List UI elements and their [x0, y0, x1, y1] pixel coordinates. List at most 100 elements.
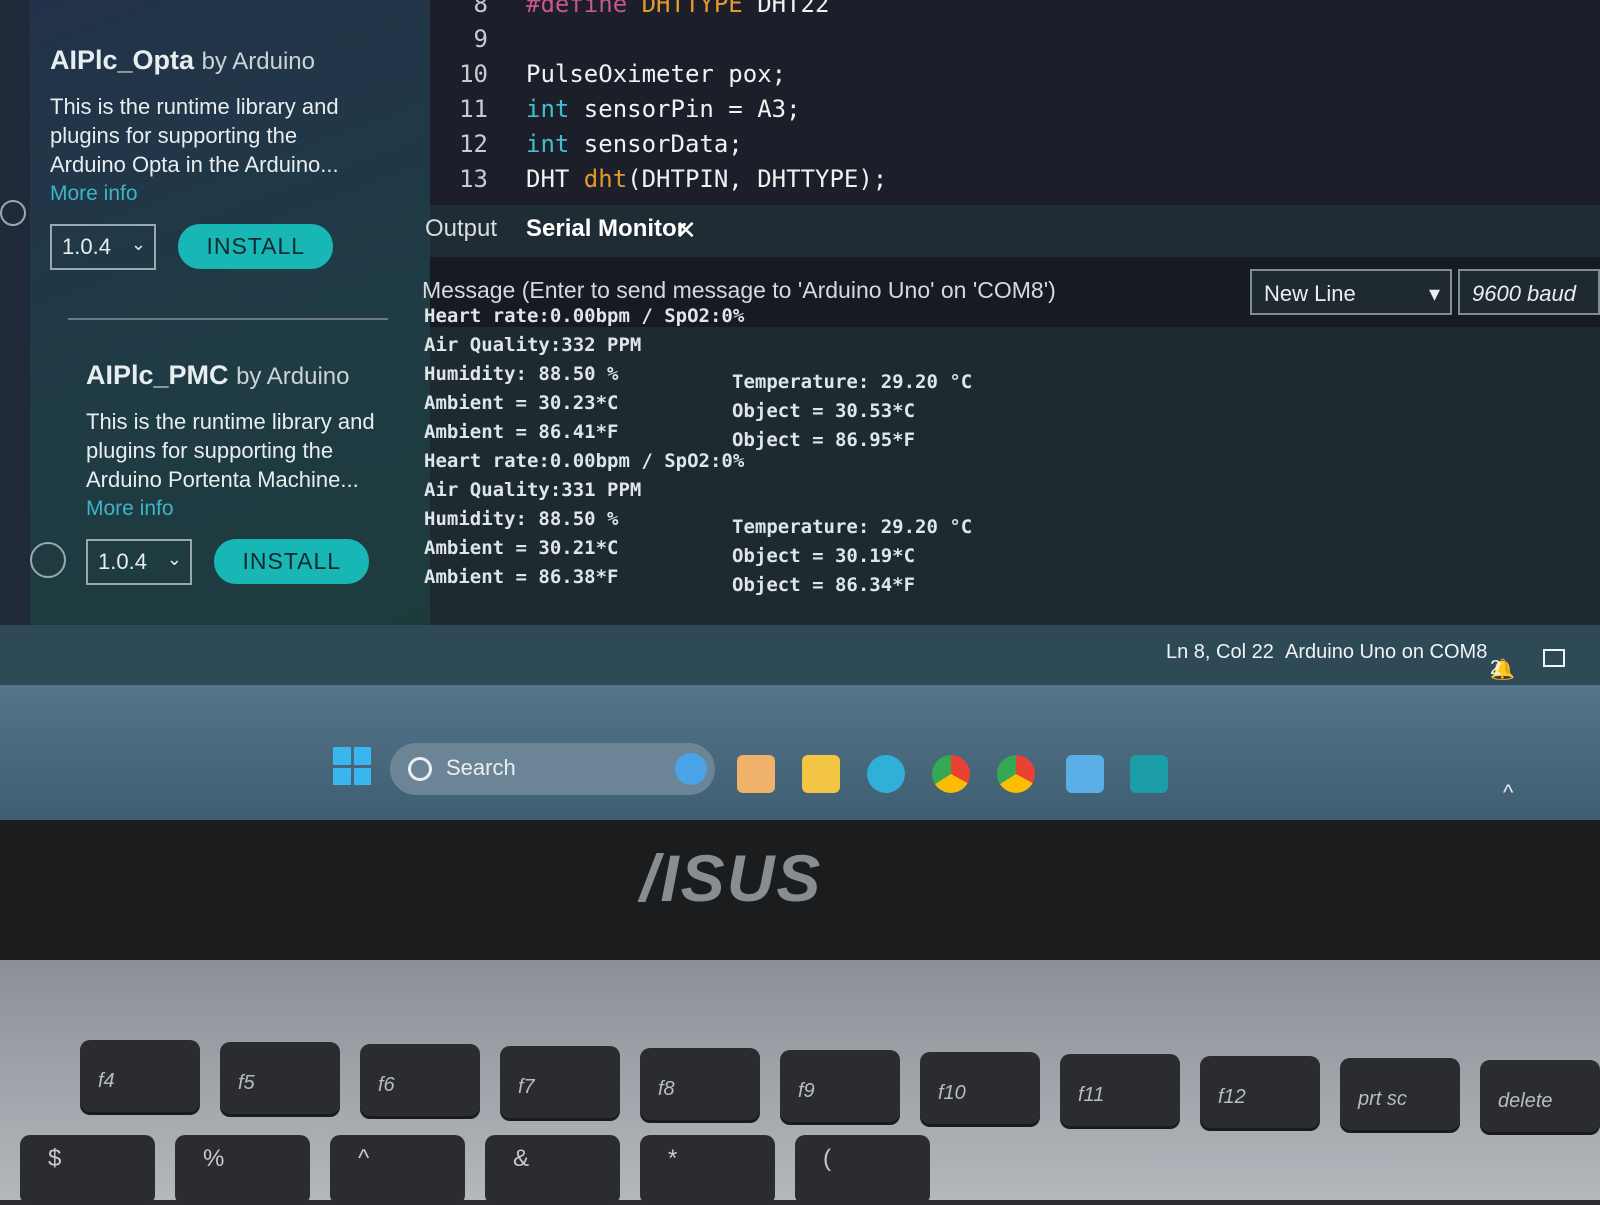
- keyboard-key[interactable]: $: [20, 1135, 155, 1205]
- serial-line: Humidity: 88.50 % Temperature: 29.20 °C: [424, 363, 972, 393]
- description-line: Arduino Opta in the Arduino...: [50, 152, 339, 177]
- keyboard-key[interactable]: prt sc: [1340, 1058, 1460, 1130]
- key-label: $: [48, 1145, 62, 1172]
- serial-text: Humidity: 88.50 %: [424, 508, 619, 530]
- keyboard-key[interactable]: %: [175, 1135, 310, 1205]
- cursor-position[interactable]: Ln 8, Col 22: [1166, 641, 1274, 664]
- key-label: f11: [1078, 1084, 1105, 1106]
- library-actions: 1.0.4 ⌄ INSTALL: [86, 539, 416, 585]
- serial-text: Heart rate:0.00bpm / SpO2:0%: [424, 305, 745, 327]
- keyboard-key[interactable]: f12: [1200, 1056, 1320, 1128]
- divider: [68, 318, 388, 320]
- serial-text: Ambient = 30.21*C: [424, 537, 619, 559]
- library-title: AIPlc_Opta by Arduino: [50, 45, 380, 76]
- bing-icon[interactable]: [675, 753, 707, 785]
- key-label: %: [203, 1145, 225, 1172]
- keyboard-key[interactable]: f4: [80, 1040, 200, 1112]
- arduino-ide-icon[interactable]: [1130, 755, 1168, 793]
- chrome-icon[interactable]: [932, 755, 970, 793]
- code-line[interactable]: 8 #define DHTTYPE DHT22: [430, 0, 830, 24]
- line-number: 11: [459, 95, 488, 123]
- keyboard-key[interactable]: f7: [500, 1046, 620, 1118]
- notification-count: 2: [1490, 657, 1502, 679]
- serial-text: Air Quality:332 PPM: [424, 334, 642, 356]
- install-button[interactable]: INSTALL: [178, 224, 334, 269]
- keyboard-key[interactable]: &: [485, 1135, 620, 1205]
- line-number: 9: [473, 25, 488, 53]
- version-select[interactable]: 1.0.4 ⌄: [50, 224, 156, 270]
- keyboard-key[interactable]: ^: [330, 1135, 465, 1205]
- code-line[interactable]: 13 DHT dht(DHTPIN, DHTTYPE);: [430, 165, 887, 199]
- chrome-profile-icon[interactable]: [997, 755, 1035, 793]
- code-line[interactable]: 9: [430, 25, 526, 59]
- code-line[interactable]: 11 int sensorPin = A3;: [430, 95, 800, 129]
- description-line: This is the runtime library and: [50, 94, 339, 119]
- keyboard-deck: f4 f5 f6 f7 f8 f9 f10 f11 f12 prt sc delete $% ^ & * (: [0, 960, 1600, 1205]
- line-number: 8: [473, 0, 488, 18]
- panel-layout-icon[interactable]: [1543, 649, 1565, 667]
- windows-start-icon[interactable]: [333, 747, 371, 785]
- close-icon[interactable]: ✕: [675, 215, 697, 246]
- panel-tabs: Output Serial Monitor ✕ »: [425, 205, 1600, 278]
- keyboard-key[interactable]: f6: [360, 1044, 480, 1116]
- board-status[interactable]: Arduino Uno on COM8: [1285, 641, 1487, 664]
- install-button[interactable]: INSTALL: [214, 539, 370, 584]
- taskbar: Search ^: [0, 685, 1600, 820]
- key-label: (: [823, 1145, 831, 1172]
- serial-output: Heart rate:0.00bpm / SpO2:0% Air Quality:…: [424, 305, 972, 596]
- tab-serial-monitor[interactable]: Serial Monitor: [526, 215, 686, 243]
- message-input[interactable]: Message (Enter to send message to 'Ardui…: [422, 277, 1056, 304]
- chevron-up-icon[interactable]: ^: [1503, 780, 1513, 806]
- status-bar: Ln 8, Col 22 Arduino Uno on COM8 🔔 2: [0, 625, 1600, 685]
- tab-output[interactable]: Output: [425, 215, 497, 243]
- file-explorer-icon[interactable]: [802, 755, 840, 793]
- library-item-aiplc-opta: AIPlc_Opta by Arduino This is the runtim…: [50, 45, 380, 270]
- serial-line: Ambient = 86.38*F Object = 86.34*F: [424, 566, 915, 596]
- serial-line: Air Quality:331 PPM: [424, 479, 744, 508]
- key-label: f9: [798, 1080, 815, 1102]
- account-icon[interactable]: [30, 542, 66, 578]
- version-value: 1.0.4: [98, 549, 147, 574]
- more-info-link[interactable]: More info: [86, 494, 416, 523]
- edge-browser-icon[interactable]: [867, 755, 905, 793]
- serial-text: Object = 30.19*C: [732, 545, 916, 567]
- key-label: f5: [238, 1072, 255, 1094]
- code-line[interactable]: 12 int sensorData;: [430, 130, 743, 164]
- notepad-icon[interactable]: [1066, 755, 1104, 793]
- keyboard-key[interactable]: f8: [640, 1048, 760, 1120]
- screen: AIPlc_Opta by Arduino This is the runtim…: [0, 0, 1600, 820]
- key-label: &: [513, 1145, 530, 1172]
- keyboard-key[interactable]: (: [795, 1135, 930, 1205]
- code-token: DHTTYPE: [641, 0, 743, 18]
- version-select[interactable]: 1.0.4 ⌄: [86, 539, 192, 585]
- key-label: f10: [938, 1082, 966, 1104]
- keyboard-key[interactable]: delete: [1480, 1060, 1600, 1132]
- serial-text: Humidity: 88.50 %: [424, 363, 619, 385]
- search-icon[interactable]: [0, 200, 26, 226]
- description-line: plugins for supporting the: [50, 123, 298, 148]
- serial-text: Temperature: 29.20 °C: [732, 371, 973, 393]
- keyboard-key[interactable]: f11: [1060, 1054, 1180, 1126]
- library-description: This is the runtime library and plugins …: [50, 92, 380, 208]
- code-editor[interactable]: 8 #define DHTTYPE DHT22 9 10 PulseOximeter p…: [430, 0, 1600, 205]
- taskbar-search[interactable]: Search: [390, 743, 715, 795]
- library-title: AIPlc_PMC by Arduino: [86, 360, 416, 391]
- code-token: #define: [526, 0, 642, 18]
- line-number: 10: [459, 60, 488, 88]
- keyboard-key[interactable]: f9: [780, 1050, 900, 1122]
- chevron-down-icon: ⌄: [166, 549, 182, 569]
- line-number: 13: [459, 165, 488, 193]
- line-ending-select[interactable]: New Line ▾: [1250, 269, 1452, 315]
- version-value: 1.0.4: [62, 234, 111, 259]
- key-label: *: [668, 1145, 678, 1172]
- baud-rate-select[interactable]: 9600 baud: [1458, 269, 1600, 315]
- code-line[interactable]: 10 PulseOximeter pox;: [430, 60, 786, 94]
- keyboard-key[interactable]: *: [640, 1135, 775, 1205]
- keyboard-key[interactable]: f5: [220, 1042, 340, 1114]
- more-info-link[interactable]: More info: [50, 179, 380, 208]
- widgets-app-icon[interactable]: [737, 755, 775, 793]
- description-line: This is the runtime library and: [86, 409, 375, 434]
- code-token: (DHTPIN, DHTTYPE);: [627, 165, 888, 193]
- code-token: int: [526, 95, 570, 123]
- keyboard-key[interactable]: f10: [920, 1052, 1040, 1124]
